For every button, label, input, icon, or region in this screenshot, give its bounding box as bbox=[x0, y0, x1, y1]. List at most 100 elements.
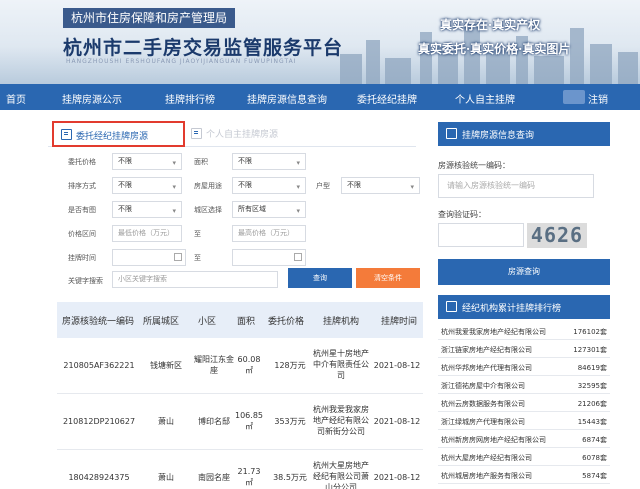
cell-district: 萧山 bbox=[158, 473, 174, 482]
area-label: 面积 bbox=[194, 158, 208, 166]
rank-item[interactable]: 杭州华邦房地产代理有限公司 84619套 bbox=[438, 358, 610, 376]
col-district: 所属城区 bbox=[143, 317, 180, 327]
cell-community: 南园名座 bbox=[198, 473, 230, 482]
rank-name: 杭州城居房地产服务有限公司 bbox=[441, 472, 532, 480]
layout-select[interactable]: 不限 ▾ bbox=[341, 177, 420, 194]
photo-select[interactable]: 不限 ▾ bbox=[112, 201, 182, 218]
cell-code: 180428924375 bbox=[68, 473, 130, 482]
chevron-down-icon: ▾ bbox=[296, 183, 300, 191]
rank-count: 176102套 bbox=[573, 328, 607, 336]
rank-count: 6874套 bbox=[582, 436, 607, 444]
user-name-redacted bbox=[563, 90, 585, 104]
cell-area: 106.85㎡ bbox=[235, 411, 263, 431]
keyword-label: 关键字搜索 bbox=[68, 277, 103, 285]
tab-personal-label: 个人自主挂牌房源 bbox=[206, 130, 279, 140]
rank-item[interactable]: 杭州大屋房地产经纪有限公司 6078套 bbox=[438, 448, 610, 466]
rank-count: 6078套 bbox=[582, 454, 607, 462]
cell-price: 353万元 bbox=[274, 417, 306, 426]
keyword-input[interactable]: 小区关键字搜索 bbox=[112, 271, 278, 288]
captcha-image[interactable]: 4626 bbox=[527, 223, 587, 248]
cell-community: 博印名邸 bbox=[198, 417, 230, 426]
captcha-input[interactable] bbox=[438, 223, 524, 247]
table-row[interactable]: 210805AF362221 钱塘新区 耀阳江东金座 60.08㎡ 128万元 … bbox=[57, 338, 423, 394]
side-query-header: 挂牌房源信息查询 bbox=[438, 122, 610, 146]
slogan-line-2: 真实委托·真实价格·真实图片 bbox=[418, 42, 571, 56]
price-select[interactable]: 不限 ▾ bbox=[112, 153, 182, 170]
person-icon bbox=[191, 128, 202, 139]
tab-agency-label: 委托经纪挂牌房源 bbox=[76, 132, 149, 142]
sort-select[interactable]: 不限 ▾ bbox=[112, 177, 182, 194]
cell-date: 2021-08-12 bbox=[373, 361, 421, 370]
nav-ranking[interactable]: 挂牌排行榜 bbox=[165, 91, 215, 106]
min-price-input[interactable]: 最低价格（万元） bbox=[112, 225, 182, 242]
rank-item[interactable]: 浙江绿城房产代理有限公司 15443套 bbox=[438, 412, 610, 430]
price-range-label: 价格区间 bbox=[68, 230, 96, 238]
query-button[interactable]: 查询 bbox=[288, 268, 352, 288]
cell-district: 萧山 bbox=[158, 417, 174, 426]
nav-home[interactable]: 首页 bbox=[6, 91, 26, 106]
calendar-icon bbox=[174, 253, 182, 261]
rank-name: 浙江德祐房屋中介有限公司 bbox=[441, 382, 525, 390]
cell-area: 60.08㎡ bbox=[237, 355, 261, 375]
tab-personal-listings[interactable]: 个人自主挂牌房源 bbox=[188, 123, 306, 145]
rank-name: 杭州新房房网房地产经纪有限公司 bbox=[441, 436, 546, 444]
area-select[interactable]: 不限 ▾ bbox=[232, 153, 306, 170]
max-price-input[interactable]: 最高价格（万元） bbox=[232, 225, 306, 242]
nav-logout[interactable]: 注销 bbox=[588, 91, 608, 106]
site-title: 杭州市二手房交易监管服务平台 bbox=[63, 37, 344, 59]
ranking-icon bbox=[446, 301, 457, 312]
price-label: 委托价格 bbox=[68, 158, 96, 166]
chevron-down-icon: ▾ bbox=[172, 183, 176, 191]
code-input[interactable]: 请输入房源核验统一编码 bbox=[438, 174, 594, 198]
table-row[interactable]: 180428924375 萧山 南园名座 21.73㎡ 38.5万元 杭州大星房… bbox=[57, 450, 423, 489]
rank-count: 32595套 bbox=[577, 382, 607, 390]
rank-count: 127301套 bbox=[573, 346, 607, 354]
document-icon bbox=[446, 128, 457, 139]
sort-label: 排序方式 bbox=[68, 182, 96, 190]
rank-item[interactable]: 浙江链家房地产经纪有限公司 127301套 bbox=[438, 340, 610, 358]
start-date-input[interactable] bbox=[112, 249, 186, 266]
district-select[interactable]: 所有区域 ▾ bbox=[232, 201, 306, 218]
rank-count: 84619套 bbox=[577, 364, 607, 372]
side-rank-header: 经纪机构累计挂牌排行榜 bbox=[438, 295, 610, 319]
main-nav: 首页 挂牌房源公示 挂牌排行榜 挂牌房源信息查询 委托经纪挂牌 个人自主挂牌 注… bbox=[0, 84, 640, 110]
cell-area: 21.73㎡ bbox=[237, 467, 261, 487]
chevron-down-icon: ▾ bbox=[410, 183, 414, 191]
cell-agency: 杭州大星房地产经纪有限公司萧山分公司 bbox=[313, 461, 369, 489]
tab-agency-listings[interactable]: 委托经纪挂牌房源 bbox=[52, 121, 185, 147]
cell-price: 128万元 bbox=[274, 361, 306, 370]
calendar-icon bbox=[294, 253, 302, 261]
listing-query-button[interactable]: 房源查询 bbox=[438, 259, 610, 285]
chevron-down-icon: ▾ bbox=[172, 207, 176, 215]
chevron-down-icon: ▾ bbox=[296, 159, 300, 167]
rank-item[interactable]: 杭州新房房网房地产经纪有限公司 6874套 bbox=[438, 430, 610, 448]
cell-community: 耀阳江东金座 bbox=[194, 355, 234, 375]
table-header: 房源核验统一编码 所属城区 小区 面积 委托价格 挂牌机构 挂牌时间 bbox=[57, 302, 423, 338]
end-date-input[interactable] bbox=[232, 249, 306, 266]
side-query-title: 挂牌房源信息查询 bbox=[462, 131, 535, 141]
cell-district: 钱塘新区 bbox=[150, 361, 182, 370]
captcha-label: 查询验证码： bbox=[438, 210, 486, 219]
nav-listing-publicity[interactable]: 挂牌房源公示 bbox=[62, 91, 122, 106]
cell-code: 210805AF362221 bbox=[63, 361, 135, 370]
nav-listing-query[interactable]: 挂牌房源信息查询 bbox=[247, 91, 327, 106]
cell-date: 2021-08-12 bbox=[373, 417, 421, 426]
rank-item[interactable]: 浙江德祐房屋中介有限公司 32595套 bbox=[438, 376, 610, 394]
rank-item[interactable]: 杭州城居房地产服务有限公司 5874套 bbox=[438, 466, 610, 484]
nav-personal-listing[interactable]: 个人自主挂牌 bbox=[455, 91, 515, 106]
nav-agency-listing[interactable]: 委托经纪挂牌 bbox=[357, 91, 417, 106]
cell-date: 2021-08-12 bbox=[373, 473, 421, 482]
table-row[interactable]: 210812DP210627 萧山 博印名邸 106.85㎡ 353万元 杭州我… bbox=[57, 394, 423, 450]
rank-item[interactable]: 杭州云房数据服务有限公司 21206套 bbox=[438, 394, 610, 412]
col-price: 委托价格 bbox=[268, 317, 305, 327]
clear-button[interactable]: 清空条件 bbox=[356, 268, 420, 288]
usage-select[interactable]: 不限 ▾ bbox=[232, 177, 306, 194]
range-to-label: 至 bbox=[194, 230, 201, 238]
rank-count: 15443套 bbox=[577, 418, 607, 426]
site-title-pinyin: HANGZHOUSHI ERSHOUFANG JIAOYIJIANGUAN FU… bbox=[66, 58, 297, 65]
col-code: 房源核验统一编码 bbox=[62, 317, 135, 327]
document-icon bbox=[61, 129, 72, 140]
rank-name: 浙江绿城房产代理有限公司 bbox=[441, 418, 525, 426]
rank-item[interactable]: 杭州我爱我家房地产经纪有限公司 176102套 bbox=[438, 322, 610, 340]
layout-label: 户型 bbox=[316, 182, 330, 190]
